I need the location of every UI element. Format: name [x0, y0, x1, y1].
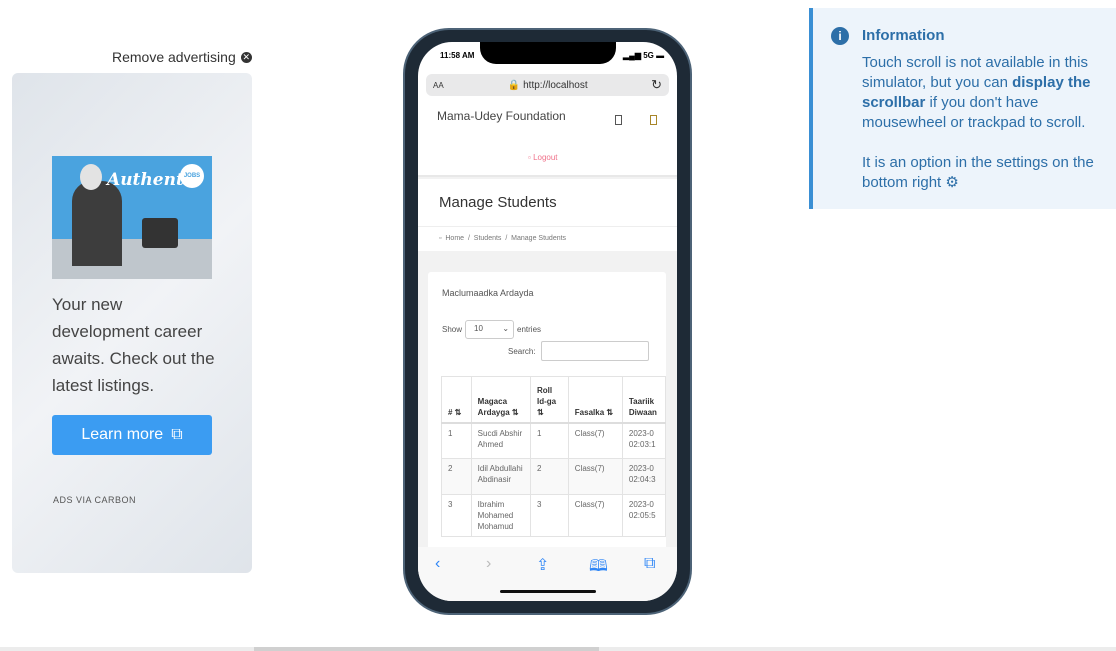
- search-input[interactable]: [540, 341, 649, 361]
- entries-value: 10: [474, 324, 483, 333]
- jobs-badge: JOBS: [180, 164, 204, 188]
- info-icon: i: [831, 27, 849, 45]
- back-icon[interactable]: ‹: [435, 555, 440, 573]
- signal-icon: ▂▄▆ 5G ▬: [623, 51, 665, 60]
- share-icon[interactable]: ⇪: [536, 555, 549, 575]
- table-row: 1 Sucdi Abshir Ahmed 1 Class(7) 2023-0 02:03…: [441, 422, 667, 459]
- column-header[interactable]: Roll Id-ga ⇅: [530, 376, 569, 424]
- external-link-icon: ⧉: [171, 426, 183, 443]
- breadcrumb: ▫ Home / Students / Manage Students: [418, 227, 677, 251]
- learn-more-label: Learn more: [81, 426, 164, 443]
- ads-via-carbon[interactable]: ADS VIA CARBON: [53, 495, 136, 505]
- network-type: 5G: [643, 51, 654, 60]
- column-header[interactable]: # ⇅: [441, 376, 472, 424]
- ad-text: Your new development career awaits. Chec…: [52, 295, 215, 395]
- remove-advertising-link[interactable]: Remove advertising ✕: [112, 49, 252, 65]
- forward-icon[interactable]: ›: [486, 555, 491, 573]
- table-row: 2 Idil Abdullahi Abdinasir 2 Class(7) 2023-0…: [441, 458, 667, 495]
- logout-label: Logout: [533, 153, 558, 162]
- bookmarks-icon[interactable]: 🕮: [589, 555, 608, 582]
- web-content: Mama-Udey Foundation ▫ Logout Manage Stu…: [418, 102, 677, 547]
- info-text-1: Touch scroll is not available in this si…: [862, 54, 1091, 131]
- ad-image[interactable]: Authentic JOBS: [52, 156, 212, 279]
- address-bar[interactable]: AA 🔒 http://localhost ↻: [426, 74, 669, 96]
- logout-link[interactable]: ▫ Logout: [528, 153, 558, 162]
- home-indicator: [500, 590, 596, 593]
- notification-icon[interactable]: [650, 115, 657, 125]
- info-text-2: It is an option in the settings on the b…: [862, 154, 1094, 191]
- column-header[interactable]: Taariik Diwaan: [621, 376, 667, 424]
- column-header[interactable]: Magaca Ardayga ⇅: [470, 376, 532, 424]
- show-label: Show: [442, 325, 463, 334]
- ad-panel: Authentic JOBS Your new development caree…: [12, 73, 252, 573]
- learn-more-button[interactable]: Learn more ⧉: [52, 415, 212, 455]
- entries-label: entries: [517, 325, 542, 334]
- text-size-button[interactable]: AA: [433, 81, 444, 90]
- chevron-down-icon: ⌄: [502, 324, 510, 333]
- reload-icon[interactable]: ↻: [651, 77, 662, 93]
- scrollbar-thumb[interactable]: [254, 647, 599, 651]
- column-header[interactable]: Fasalka ⇅: [567, 376, 623, 424]
- url-text: http://localhost: [523, 79, 588, 91]
- lock-icon: 🔒: [507, 79, 521, 91]
- students-card: Maclumaadka Ardayda Show 10 ⌄ entries Searc…: [428, 272, 667, 547]
- breadcrumb-home[interactable]: Home: [445, 235, 464, 242]
- remove-advertising-label: Remove advertising: [112, 49, 236, 65]
- breadcrumb-current: Manage Students: [511, 235, 567, 242]
- close-icon: ✕: [240, 51, 252, 63]
- horizontal-scrollbar[interactable]: [0, 647, 1116, 651]
- students-table: # ⇅ Magaca Ardayga ⇅ Roll Id-ga ⇅ Fasalk…: [441, 376, 667, 537]
- table-row: 3 Ibrahim Mohamed Mohamud 3 Class(7) 2023-0 …: [441, 494, 667, 537]
- menu-icon[interactable]: [615, 115, 622, 125]
- page-title: Manage Students: [439, 194, 557, 211]
- brand-name[interactable]: Mama-Udey Foundation: [437, 109, 566, 123]
- card-title: Maclumaadka Ardayda: [442, 288, 534, 298]
- search-label: Search:: [508, 346, 536, 356]
- status-time: 11:58 AM: [440, 51, 475, 60]
- info-title: Information: [862, 27, 945, 44]
- tabs-icon[interactable]: ⧉: [644, 555, 655, 573]
- breadcrumb-students[interactable]: Students: [474, 235, 502, 242]
- phone-simulator: 11:58 AM ▂▄▆ 5G ▬ AA 🔒 http://localhost …: [405, 30, 690, 613]
- entries-select[interactable]: 10 ⌄: [465, 320, 515, 339]
- gear-icon[interactable]: ⚙: [945, 174, 958, 191]
- info-panel: i Information Touch scroll is not availa…: [809, 8, 1116, 209]
